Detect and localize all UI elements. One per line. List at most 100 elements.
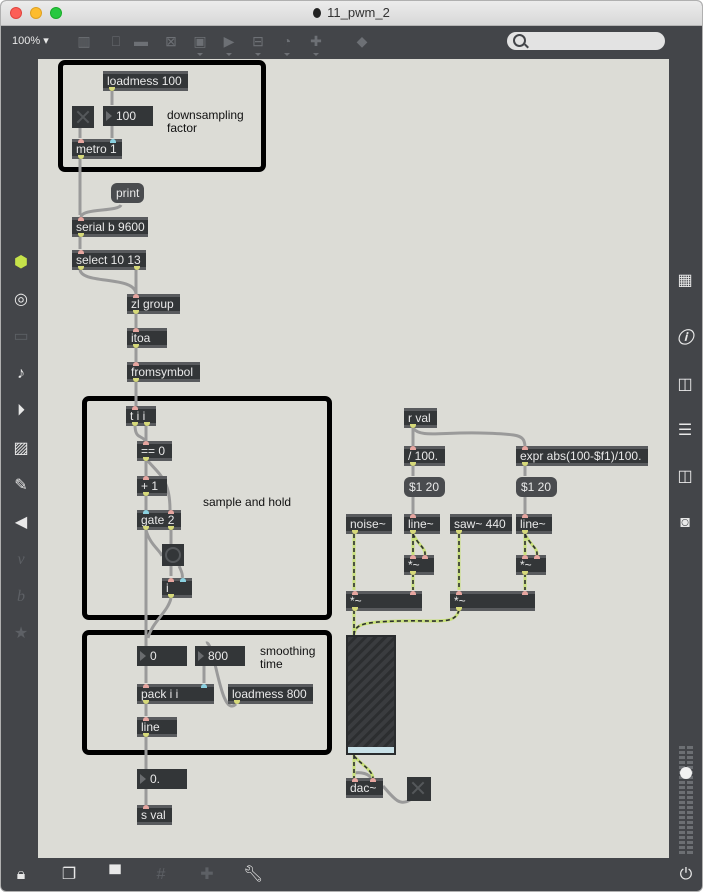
toolbar: 100% ▾ ▥ ⎕ ▬ ⊠ ▣ ▶ ⊟ ◔ ✚ ◆: [1, 26, 702, 59]
expr-object[interactable]: expr abs(100-$f1)/100.: [516, 446, 648, 466]
multiply-object-3[interactable]: *~: [346, 591, 422, 611]
float-number-box[interactable]: 0.: [137, 769, 187, 789]
cube-icon[interactable]: ⬢: [11, 253, 31, 273]
dac-object[interactable]: dac~: [346, 778, 383, 798]
smoothing-number-box[interactable]: 800: [195, 646, 245, 666]
help-book-icon[interactable]: ◫: [675, 467, 695, 487]
target-icon[interactable]: ◎: [11, 290, 31, 310]
slider-icon[interactable]: ⊟: [249, 32, 267, 56]
toggle-icon[interactable]: ⊠: [162, 32, 180, 50]
multiply-object-1[interactable]: *~: [404, 555, 434, 575]
volume-slider[interactable]: [677, 746, 695, 856]
grid-icon[interactable]: #: [151, 865, 171, 885]
dial-icon[interactable]: ◔: [278, 32, 296, 56]
ramp-message-1[interactable]: $1 20: [404, 477, 445, 497]
value-number-box[interactable]: 0: [137, 646, 187, 666]
saw-object[interactable]: saw~ 440: [450, 514, 512, 534]
window-title: 11_pwm_2: [1, 5, 702, 20]
search-input[interactable]: [507, 32, 665, 50]
line-signal-object-2[interactable]: line~: [516, 514, 552, 534]
loadmess-100-object[interactable]: loadmess 100: [103, 71, 188, 91]
fromsymbol-object[interactable]: fromsymbol: [127, 362, 200, 382]
object-label: / 100.: [408, 449, 439, 463]
loadmess-800-object[interactable]: loadmess 800: [228, 684, 313, 704]
pack-object[interactable]: pack i i: [137, 684, 214, 704]
gate-object[interactable]: gate 2: [137, 510, 181, 530]
object-label: *~: [520, 558, 532, 572]
grid-keyboard-icon[interactable]: ▦: [675, 271, 695, 291]
multiply-object-4[interactable]: *~: [450, 591, 535, 611]
object-label: expr abs(100-$f1)/100.: [520, 449, 642, 463]
volume-knob[interactable]: [680, 767, 692, 779]
vimeo-icon[interactable]: v: [11, 550, 31, 570]
paint-bucket-icon[interactable]: ◆: [353, 32, 371, 50]
add-attachment-icon[interactable]: ✚: [197, 865, 217, 885]
noise-object[interactable]: noise~: [346, 514, 392, 534]
number-value: 800: [208, 649, 229, 663]
zl-group-object[interactable]: zl group: [127, 294, 180, 314]
send-val-object[interactable]: s val: [137, 805, 172, 825]
downsampling-number-box[interactable]: 100: [103, 106, 153, 126]
object-label: i: [166, 581, 169, 595]
power-icon[interactable]: ⏻: [676, 865, 696, 885]
list-icon[interactable]: ☰: [675, 421, 695, 441]
metro-object[interactable]: metro 1: [72, 139, 122, 159]
plus-one-object[interactable]: + 1: [137, 476, 167, 496]
plug-icon[interactable]: ◀: [11, 513, 31, 533]
select-object[interactable]: select 10 13: [72, 250, 146, 270]
reference-book-icon[interactable]: ◫: [675, 375, 695, 395]
device-icon[interactable]: ▭: [11, 327, 31, 347]
object-label: r val: [408, 411, 431, 425]
wrench-icon[interactable]: 🔧︎: [243, 865, 263, 885]
presentation-mode-icon[interactable]: ▀: [105, 865, 125, 885]
comment-icon[interactable]: ▬: [132, 32, 150, 50]
snapshot-camera-icon[interactable]: ◙: [675, 513, 695, 533]
receive-val-object[interactable]: r val: [404, 408, 437, 428]
number-icon[interactable]: ▶: [220, 32, 238, 56]
bandcamp-icon[interactable]: b: [11, 587, 31, 607]
print-object[interactable]: print: [111, 183, 145, 203]
presentation-icon[interactable]: ▥: [75, 32, 93, 50]
zoom-level-dropdown[interactable]: 100% ▾: [12, 34, 49, 47]
zoom-level-value: 100%: [12, 35, 41, 47]
right-sidebar: ▦ ⓘ ◫ ☰ ◫ ◙: [669, 59, 702, 858]
left-sidebar: ⬢ ◎ ▭ ♪ ⏵ ▨ ✎ ◀ v b ★: [1, 59, 38, 858]
object-label: saw~ 440: [454, 517, 506, 531]
equals-zero-object[interactable]: == 0: [137, 441, 172, 461]
object-label: print: [116, 186, 140, 200]
gain-slider[interactable]: [346, 635, 396, 755]
star-icon[interactable]: ★: [11, 624, 31, 644]
message-icon[interactable]: ⎕: [107, 32, 125, 50]
paperclip-icon[interactable]: ✎: [11, 476, 31, 496]
object-label: *~: [350, 594, 362, 608]
bang-button[interactable]: [162, 544, 184, 566]
lock-icon[interactable]: 🔒︎: [11, 865, 31, 885]
trigger-object[interactable]: t i i: [126, 406, 156, 426]
serial-object[interactable]: serial b 9600: [72, 217, 148, 237]
ramp-message-2[interactable]: $1 20: [516, 477, 557, 497]
object-label: loadmess 800: [232, 687, 307, 701]
music-note-icon[interactable]: ♪: [11, 364, 31, 384]
add-object-icon[interactable]: ✚: [307, 32, 325, 56]
object-label: select 10 13: [76, 253, 141, 267]
line-object[interactable]: line: [137, 717, 177, 737]
metro-toggle[interactable]: [72, 106, 94, 128]
multiply-object-2[interactable]: *~: [516, 555, 546, 575]
object-label: == 0: [141, 444, 166, 458]
object-label: pack i i: [141, 687, 179, 701]
line-signal-object-1[interactable]: line~: [404, 514, 440, 534]
audio-toggle[interactable]: [407, 777, 431, 801]
button-icon[interactable]: ▣: [191, 32, 209, 56]
gain-level: [348, 747, 394, 753]
object-label: s val: [141, 808, 166, 822]
object-label: line: [141, 720, 160, 734]
info-icon[interactable]: ⓘ: [675, 329, 695, 349]
divide-object[interactable]: / 100.: [404, 446, 445, 466]
message-label: $1 20: [409, 480, 440, 494]
object-label: *~: [408, 558, 420, 572]
itoa-object[interactable]: itoa: [127, 328, 167, 348]
image-icon[interactable]: ▨: [11, 439, 31, 459]
media-player-icon[interactable]: ⏵: [11, 401, 31, 421]
int-object[interactable]: i: [162, 578, 192, 598]
windows-icon[interactable]: ❐: [59, 865, 79, 885]
